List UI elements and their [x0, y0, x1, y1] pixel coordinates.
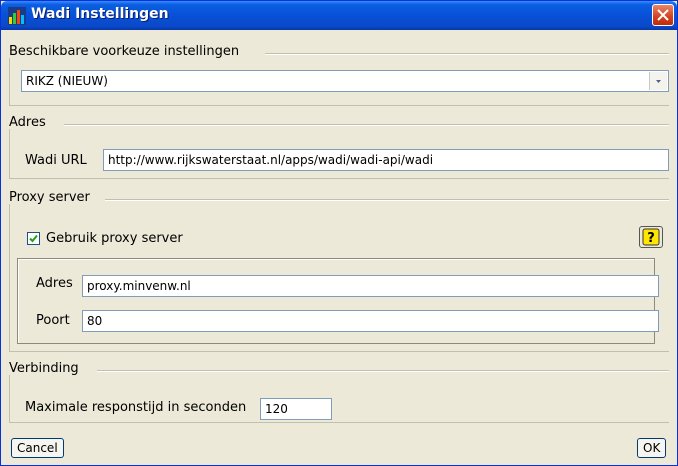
window-title: Wadi Instellingen: [31, 6, 169, 22]
presets-selected-value: RIKZ (NIEUW): [26, 74, 108, 88]
proxy-host-label: Adres: [36, 276, 73, 291]
cancel-button[interactable]: Cancel: [11, 438, 64, 458]
checkmark-icon: [29, 234, 38, 243]
wadi-app-icon: [8, 7, 26, 25]
presets-legend: Beschikbare voorkeuze instellingen: [9, 44, 244, 59]
wadi-url-label: Wadi URL: [25, 153, 87, 168]
use-proxy-label: Gebruik proxy server: [46, 231, 183, 246]
question-mark-icon: ?: [642, 228, 660, 246]
timeout-label: Maximale responstijd in seconden: [25, 400, 247, 415]
proxy-port-input[interactable]: 80: [82, 310, 659, 332]
settings-dialog: Wadi Instellingen Beschikbare voorkeuze …: [0, 0, 678, 466]
address-legend: Adres: [9, 115, 50, 130]
connection-legend: Verbinding: [9, 361, 83, 376]
close-button[interactable]: [652, 4, 674, 26]
chevron-down-icon: [656, 80, 661, 83]
use-proxy-checkbox[interactable]: [27, 232, 40, 245]
dropdown-arrow-button[interactable]: [649, 72, 667, 90]
ok-button[interactable]: OK: [637, 438, 667, 458]
proxy-legend: Proxy server: [9, 190, 94, 205]
svg-text:?: ?: [647, 231, 655, 246]
help-button[interactable]: ?: [639, 226, 663, 248]
close-icon: [657, 9, 669, 21]
proxy-host-input[interactable]: proxy.minvenw.nl: [82, 275, 659, 297]
presets-dropdown[interactable]: RIKZ (NIEUW): [21, 70, 669, 92]
proxy-port-label: Poort: [36, 313, 70, 328]
wadi-url-input[interactable]: http://www.rijkswaterstaat.nl/apps/wadi/…: [103, 149, 669, 171]
title-bar[interactable]: Wadi Instellingen: [1, 1, 677, 30]
timeout-input[interactable]: 120: [260, 398, 332, 420]
